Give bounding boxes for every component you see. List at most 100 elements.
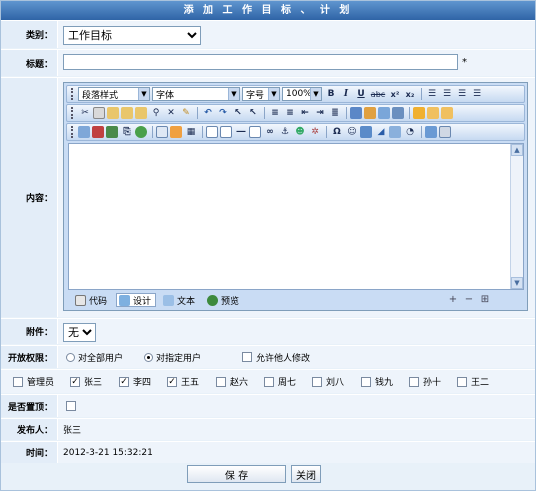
blockquote-icon[interactable]: ≣	[328, 106, 342, 120]
flash-icon[interactable]	[92, 126, 104, 138]
pointer-icon[interactable]: ↖	[246, 106, 260, 120]
mode-code-tab[interactable]: 代码	[72, 293, 112, 307]
superscript-button[interactable]: x²	[388, 87, 402, 101]
title-input[interactable]	[63, 54, 458, 70]
form-icon[interactable]	[170, 126, 182, 138]
date-icon[interactable]	[360, 126, 372, 138]
align-center-icon[interactable]: ☰	[440, 87, 454, 101]
user-checkbox[interactable]	[457, 376, 467, 387]
code-block-icon[interactable]	[389, 126, 401, 138]
underline-button[interactable]: U	[354, 87, 368, 101]
outdent-icon[interactable]: ⇤	[298, 106, 312, 120]
user-item[interactable]: 刘八	[312, 370, 344, 393]
allow-edit-option[interactable]: 允许他人修改	[242, 346, 310, 368]
marquee-icon[interactable]: ◢	[374, 125, 388, 139]
attachment-icon[interactable]: ⎘	[120, 125, 134, 139]
user-checkbox[interactable]	[409, 376, 419, 387]
subscript-button[interactable]: x₂	[403, 87, 417, 101]
italic-button[interactable]: I	[339, 87, 353, 101]
scroll-down-icon[interactable]: ▼	[511, 277, 523, 289]
emoticon-icon[interactable]: ☺	[345, 125, 359, 139]
strikethrough-button[interactable]: abc	[369, 87, 387, 101]
text-color-icon[interactable]	[350, 107, 362, 119]
editor-content-area[interactable]: ▲ ▼	[68, 143, 524, 290]
toolbar-grip[interactable]	[71, 107, 74, 119]
paste-icon[interactable]	[107, 107, 119, 119]
toolbar-grip[interactable]	[71, 126, 74, 138]
clear-format-icon[interactable]: ✎	[179, 106, 193, 120]
paragraph-style-select[interactable]: 段落样式 ▼	[78, 87, 150, 101]
pin-checkbox[interactable]	[66, 401, 76, 411]
hr-icon[interactable]: ―	[234, 125, 248, 139]
align-justify-icon[interactable]: ☰	[470, 87, 484, 101]
unlink-icon[interactable]: ✲	[308, 125, 322, 139]
cut-icon[interactable]: ✂	[78, 106, 92, 120]
user-item[interactable]: 王二	[457, 370, 489, 393]
user-item[interactable]: 王五	[167, 370, 199, 393]
special-char-icon[interactable]: Ω	[330, 125, 344, 139]
zoom-select[interactable]: 100% ▼	[282, 87, 322, 101]
paste-word-icon[interactable]	[135, 107, 147, 119]
font-size-select[interactable]: 字号 ▼	[242, 87, 280, 101]
paste-text-icon[interactable]	[121, 107, 133, 119]
copy-icon[interactable]	[93, 107, 105, 119]
scroll-up-icon[interactable]: ▲	[511, 144, 523, 156]
permission-specific-option[interactable]: 对指定用户	[144, 346, 201, 368]
permission-all-radio[interactable]	[66, 352, 75, 362]
user-item[interactable]: 管理员	[13, 370, 54, 393]
highlight-icon[interactable]	[364, 107, 376, 119]
style-icon[interactable]	[378, 107, 390, 119]
unordered-list-icon[interactable]: ≡	[283, 106, 297, 120]
font-select[interactable]: 字体 ▼	[152, 87, 240, 101]
fullscreen-icon[interactable]	[425, 126, 437, 138]
user-checkbox[interactable]	[312, 376, 322, 387]
insert-layer-icon[interactable]	[427, 107, 439, 119]
bold-button[interactable]: B	[324, 87, 338, 101]
mode-text-tab[interactable]: 文本	[160, 293, 200, 307]
textbox-icon[interactable]	[206, 126, 218, 138]
grid-icon[interactable]: ▦	[184, 125, 198, 139]
mode-design-tab[interactable]: 设计	[116, 293, 157, 307]
shrink-icon[interactable]: −	[464, 295, 474, 305]
enlarge-icon[interactable]: +	[448, 295, 458, 305]
permission-all-option[interactable]: 对全部用户	[66, 346, 123, 368]
allow-edit-checkbox[interactable]	[242, 352, 252, 362]
user-item[interactable]: 周七	[264, 370, 296, 393]
save-button[interactable]: 保 存	[187, 465, 286, 483]
attachment-select[interactable]: 无	[63, 323, 96, 342]
link-icon[interactable]: ∞	[263, 125, 277, 139]
user-checkbox[interactable]	[264, 376, 274, 387]
category-select[interactable]: 工作目标	[63, 26, 201, 45]
select-icon[interactable]: ↖	[231, 106, 245, 120]
user-item[interactable]: 赵六	[216, 370, 248, 393]
user-checkbox[interactable]	[13, 376, 23, 387]
print-icon[interactable]	[439, 126, 451, 138]
insert-box-icon[interactable]	[441, 107, 453, 119]
user-checkbox[interactable]	[70, 376, 80, 387]
user-item[interactable]: 钱九	[361, 370, 393, 393]
close-button[interactable]: 关闭	[291, 465, 321, 483]
media-icon[interactable]	[106, 126, 118, 138]
user-icon[interactable]: ☻	[293, 125, 307, 139]
delete-icon[interactable]: ✕	[164, 106, 178, 120]
format-painter-icon[interactable]	[392, 107, 404, 119]
indent-icon[interactable]: ⇥	[313, 106, 327, 120]
button-icon[interactable]	[249, 126, 261, 138]
web-icon[interactable]	[135, 126, 147, 138]
table-icon[interactable]	[156, 126, 168, 138]
mode-preview-tab[interactable]: 预览	[204, 293, 244, 307]
permission-specific-radio[interactable]	[144, 352, 153, 362]
align-right-icon[interactable]: ☰	[455, 87, 469, 101]
textarea-icon[interactable]	[220, 126, 232, 138]
editor-scrollbar[interactable]: ▲ ▼	[510, 144, 523, 289]
find-icon[interactable]: ⚲	[149, 106, 163, 120]
user-checkbox[interactable]	[216, 376, 226, 387]
undo-icon[interactable]: ↶	[201, 106, 215, 120]
align-left-icon[interactable]: ☰	[425, 87, 439, 101]
anchor-icon[interactable]: ⚓	[278, 125, 292, 139]
image-icon[interactable]	[78, 126, 90, 138]
user-checkbox[interactable]	[361, 376, 371, 387]
user-checkbox[interactable]	[167, 376, 177, 387]
ordered-list-icon[interactable]: ≡	[268, 106, 282, 120]
user-item[interactable]: 张三	[70, 370, 102, 393]
